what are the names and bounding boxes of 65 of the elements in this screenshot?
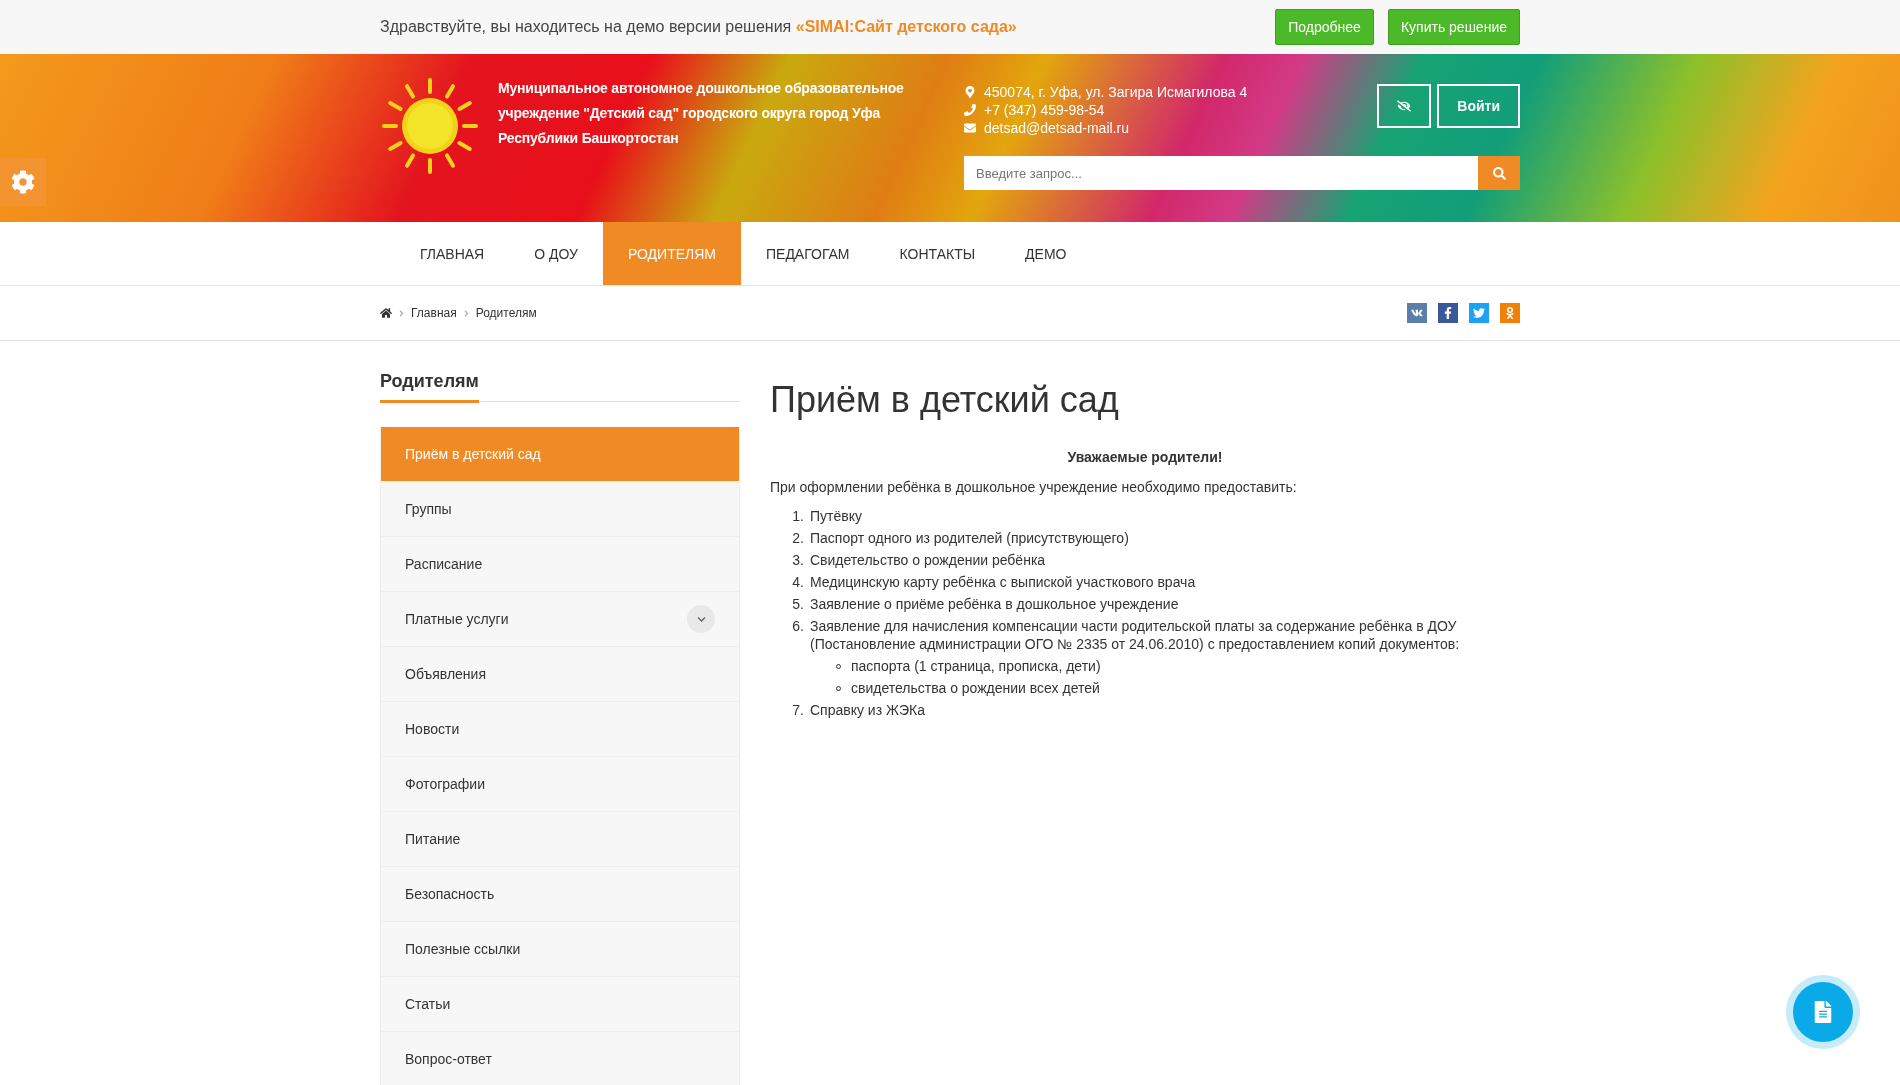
intro-text: При оформлении ребёнка в дошкольное учреждение необходимо предоставить:	[770, 479, 1298, 495]
facebook-icon	[1442, 307, 1454, 319]
sidebar-item[interactable]: Объявления	[380, 647, 740, 702]
demo-notice: Здравствуйте, вы находитесь на демо версии решения «SIMAI:Сайт детского сада»	[380, 18, 1018, 36]
document-icon	[1812, 1001, 1834, 1023]
list-number: 5.	[791, 595, 804, 613]
phone-icon	[964, 104, 976, 116]
sidebar-title: Родителям	[380, 371, 479, 403]
contact-info: +7 (347) 459-98-54	[964, 102, 1372, 118]
greeting: Уважаемые родители!	[1066, 449, 1224, 465]
list-item: паспорта (1 страница, прописка, дети)	[851, 657, 1101, 675]
sidebar-item[interactable]: Группы	[380, 482, 740, 537]
accessibility-button[interactable]	[1377, 84, 1432, 128]
list-item: свидетельства о рождении всех детей	[851, 679, 1100, 697]
home-icon[interactable]	[380, 307, 392, 319]
chevron-icon	[462, 309, 470, 317]
sidebar-item[interactable]: Статьи	[380, 977, 740, 1032]
sidebar-item[interactable]: Питание	[380, 812, 740, 867]
search-button[interactable]	[1478, 156, 1520, 190]
email-icon	[964, 122, 976, 134]
eye-slash-icon	[1397, 99, 1412, 113]
breadcrumb-link[interactable]: Главная	[411, 306, 457, 320]
nav-tab[interactable]: ПЕДАГОГАМ	[741, 222, 875, 285]
list-number: 4.	[791, 573, 804, 591]
twitter-icon	[1473, 307, 1485, 319]
list-item: Свидетельство о рождении ребёнка	[810, 551, 1046, 569]
ok-icon	[1504, 307, 1516, 319]
sidebar-item[interactable]: Безопасность	[380, 867, 740, 922]
search-icon	[1492, 166, 1506, 180]
gear-icon	[11, 170, 35, 194]
list-item: Медицинскую карту ребёнка с выпиской участкового врача	[810, 573, 1196, 591]
nav-tab[interactable]: О ДОУ	[509, 222, 603, 285]
sidebar-item[interactable]: Полезные ссылки	[380, 922, 740, 977]
chevron-icon	[398, 309, 405, 317]
list-item: Путёвку	[810, 507, 862, 525]
list-number: 6.	[791, 617, 804, 636]
social-share-button[interactable]	[1469, 303, 1489, 323]
breadcrumb-link[interactable]: Родителям	[475, 306, 537, 320]
list-number: 3.	[791, 551, 804, 569]
list-item: Заявление для начисления компенсации части родительской платы за содержание ребёнка в ДОУ (Постановление администрации ОГО № 2335 от 24.06.2010) с предоставлением копий документов:	[810, 617, 1461, 653]
sidebar-item[interactable]: Платные услуги	[380, 592, 740, 647]
search-field[interactable]: Введите запрос...	[964, 156, 1478, 190]
settings-button[interactable]	[0, 158, 46, 206]
social-share-button[interactable]	[1407, 303, 1427, 323]
nav-tab[interactable]: КОНТАКТЫ	[874, 222, 1001, 285]
address-icon	[964, 86, 976, 98]
organization-name: Муниципальное автономное дошкольное образовательное учреждение "Детский сад" городского округа город Уфа Республики Башкортостан	[498, 79, 905, 148]
contact-info: detsad@detsad-mail.ru	[964, 120, 1372, 136]
list-item: Паспорт одного из родителей (присутствующего)	[810, 529, 1129, 547]
list-item: Справку из ЖЭКа	[810, 701, 925, 719]
nav-tab[interactable]: ГЛАВНАЯ	[395, 222, 510, 285]
list-number: 1.	[791, 507, 804, 525]
social-share-button[interactable]	[1438, 303, 1458, 323]
nav-tab[interactable]: ДЕМО	[1000, 222, 1092, 285]
chevron-down-icon	[696, 614, 706, 624]
vk-icon	[1411, 307, 1423, 319]
sidebar-item[interactable]: Новости	[380, 702, 740, 757]
contact-info: 450074, г. Уфа, ул. Загира Исмагилова 4	[964, 84, 1372, 100]
page-title: Приём в детский сад	[770, 379, 1120, 421]
list-number: 7.	[791, 701, 804, 719]
sidebar-item[interactable]: Фотографии	[380, 757, 740, 812]
list-number: 2.	[791, 529, 804, 547]
sidebar-item[interactable]: Вопрос-ответ	[380, 1032, 740, 1085]
sidebar-item[interactable]: Расписание	[380, 537, 740, 592]
list-item: Заявление о приёме ребёнка в дошкольное учреждение	[810, 595, 1179, 613]
